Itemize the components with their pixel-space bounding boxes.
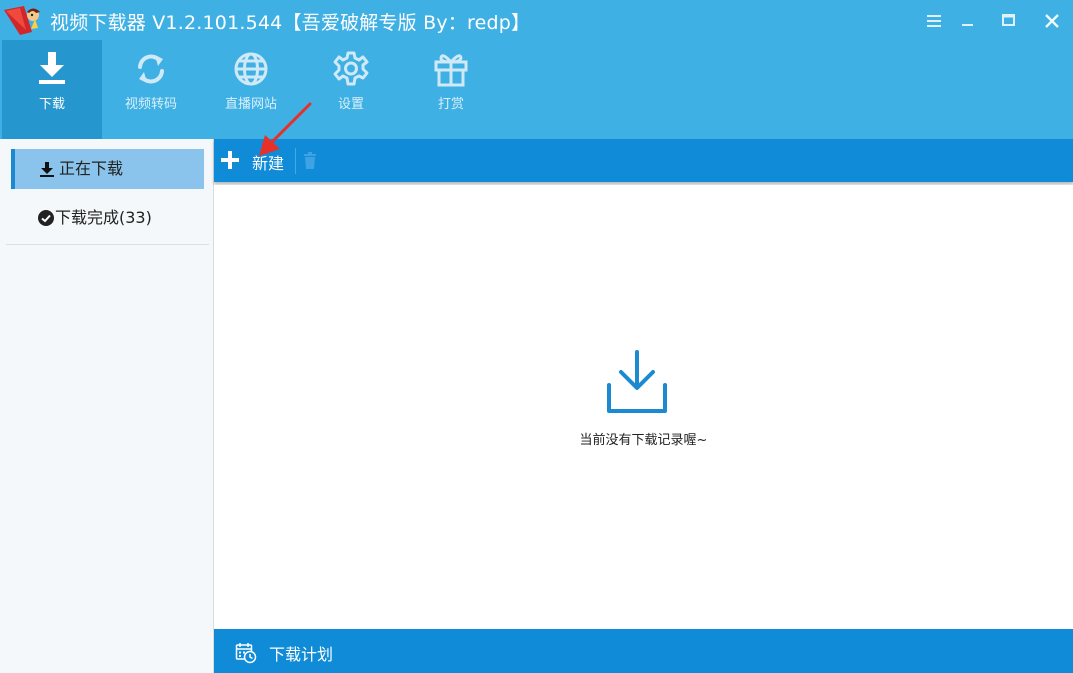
nav-settings[interactable]: 设置 (301, 40, 401, 139)
minimize-icon[interactable] (957, 10, 979, 32)
sync-icon (138, 54, 164, 84)
nav-download[interactable]: 下载 (2, 40, 102, 139)
sidebar-item-label: 正在下载 (59, 159, 124, 178)
nav-transcode[interactable]: 视频转码 (101, 40, 201, 139)
download-list-area: 当前没有下载记录喔~ (214, 185, 1073, 629)
nav-donate[interactable]: 打赏 (401, 40, 501, 139)
download-tray-icon (607, 350, 667, 413)
download-schedule-label: 下载计划 (269, 645, 334, 664)
gift-icon (434, 54, 468, 87)
globe-icon (234, 52, 268, 86)
check-circle-icon (38, 210, 54, 226)
download-icon (39, 52, 65, 84)
calendar-clock-icon (235, 643, 257, 664)
close-icon[interactable] (1041, 10, 1063, 32)
sidebar-divider (6, 244, 209, 245)
gear-icon (333, 51, 369, 86)
nav-label: 设置 (337, 97, 364, 112)
nav-label: 视频转码 (124, 97, 177, 112)
title-bar: 视频下载器 V1.2.101.544【吾爱破解专版 By：redp】 下载 视频… (0, 0, 1073, 139)
plus-icon (221, 151, 239, 169)
nav-label: 下载 (38, 97, 65, 112)
sidebar-item-completed[interactable]: 下载完成(33) (11, 198, 204, 238)
menu-icon[interactable] (923, 10, 945, 32)
maximize-icon[interactable] (998, 10, 1020, 32)
empty-state-message: 当前没有下载记录喔~ (579, 433, 708, 448)
annotation-arrow-icon (259, 102, 312, 156)
download-schedule-button[interactable]: 下载计划 (214, 629, 1073, 673)
sidebar: 正在下载 下载完成(33) (0, 139, 214, 673)
app-logo (4, 6, 40, 35)
nav-label: 打赏 (437, 97, 464, 112)
toolbar: 新建 (214, 139, 1073, 182)
sidebar-item-label: 下载完成(33) (55, 208, 152, 227)
window-title: 视频下载器 V1.2.101.544【吾爱破解专版 By：redp】 (50, 12, 531, 34)
download-icon (40, 162, 54, 177)
sidebar-item-downloading[interactable]: 正在下载 (11, 149, 204, 189)
